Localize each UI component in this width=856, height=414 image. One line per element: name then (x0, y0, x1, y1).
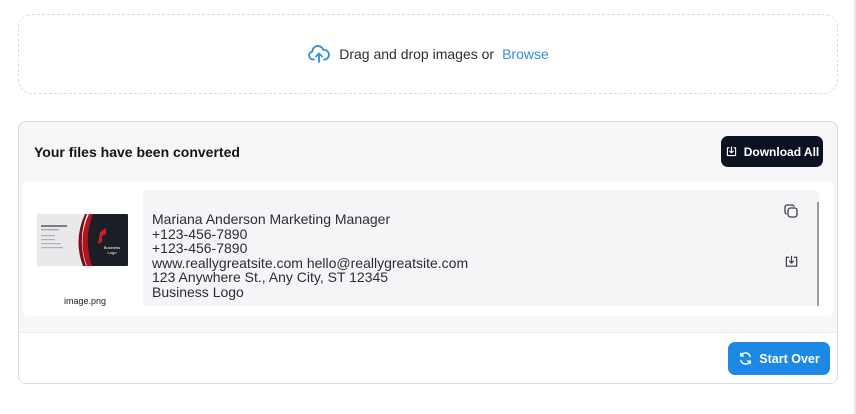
extracted-text-box[interactable]: Mariana Anderson Marketing Manager +123-… (143, 190, 819, 306)
image-thumbnail[interactable]: Business Logo (37, 214, 128, 266)
download-all-label: Download All (743, 144, 820, 159)
copy-icon (784, 204, 798, 218)
upload-dropzone[interactable]: Drag and drop images or Browse (18, 14, 838, 94)
results-title: Your files have been converted (34, 144, 240, 160)
extracted-line: Business Logo (152, 283, 244, 300)
start-over-button[interactable]: Start Over (728, 342, 830, 375)
copy-text-button[interactable] (780, 200, 802, 222)
dropzone-prompt: Drag and drop images or (339, 46, 495, 62)
file-card: Business Logo image.png Mariana Anderson… (23, 181, 833, 316)
browse-link[interactable]: Browse (502, 46, 549, 62)
conversion-results-panel: Your files have been converted Download … (18, 121, 838, 384)
svg-text:Logo: Logo (108, 250, 118, 255)
download-icon (785, 255, 797, 267)
refresh-icon (740, 352, 752, 365)
start-over-label: Start Over (759, 351, 820, 366)
download-all-button[interactable]: Download All (721, 136, 823, 167)
extracted-text: Mariana Anderson Marketing Manager +123-… (152, 212, 468, 299)
results-footer: Start Over (19, 332, 837, 383)
cloud-upload-icon (307, 42, 331, 66)
thumbnail-filename: image.png (63, 296, 107, 306)
download-text-button[interactable] (780, 250, 802, 272)
text-scrollbar[interactable] (817, 202, 819, 306)
download-icon (726, 146, 736, 157)
